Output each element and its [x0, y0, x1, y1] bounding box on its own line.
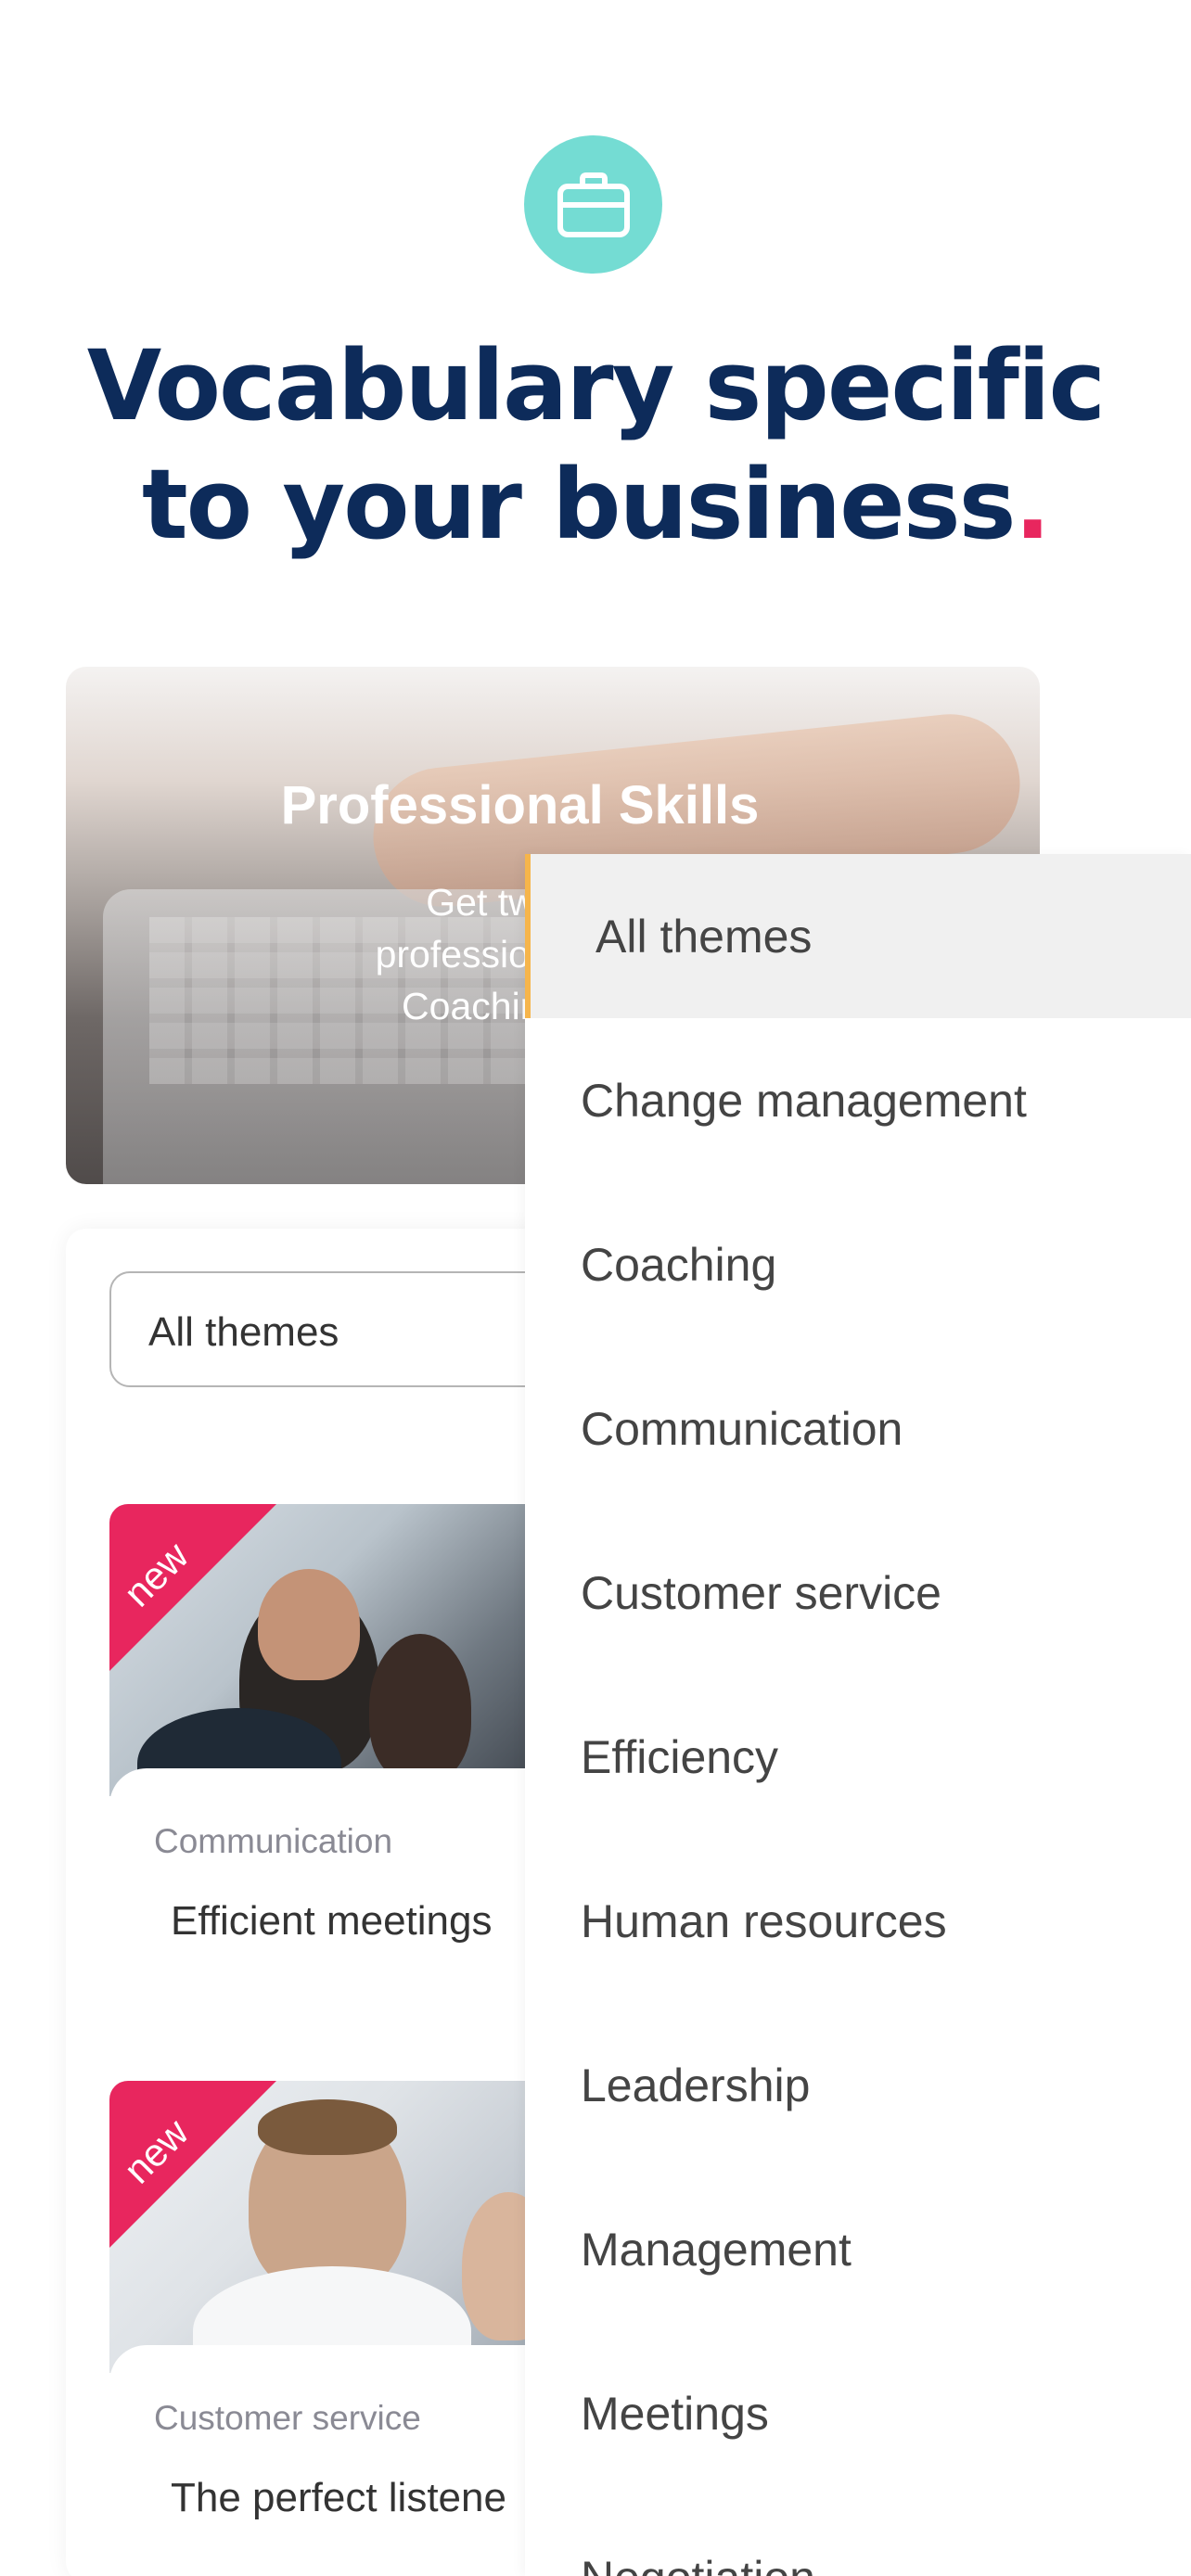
- card-body: Communication Efficient meetings: [109, 1768, 555, 2014]
- briefcase-icon: [557, 172, 630, 237]
- briefcase-badge: [524, 135, 662, 274]
- hero-title: Professional Skills: [280, 775, 760, 835]
- dropdown-option-management[interactable]: Management: [525, 2167, 1191, 2331]
- dropdown-option-communication[interactable]: Communication: [525, 1346, 1191, 1511]
- lesson-card[interactable]: new Customer service The perfect listene: [109, 2081, 555, 2576]
- dropdown-option-negotiation[interactable]: Negotiation: [525, 2495, 1191, 2576]
- card-category: Communication: [154, 1822, 393, 1860]
- card-body: Customer service The perfect listene: [109, 2345, 555, 2576]
- card-title: The perfect listene: [171, 2475, 506, 2520]
- theme-select-value: All themes: [148, 1309, 339, 1355]
- dropdown-option-change-management[interactable]: Change management: [525, 1018, 1191, 1182]
- card-category: Customer service: [154, 2399, 421, 2437]
- title-dot: .: [1014, 448, 1051, 561]
- dropdown-option-efficiency[interactable]: Efficiency: [525, 1675, 1191, 1839]
- lesson-card[interactable]: new Communication Efficient meetings: [109, 1504, 555, 2014]
- person-shape: [369, 1634, 471, 1782]
- page-title-line-2: to your business.: [0, 445, 1191, 564]
- dropdown-option-human-resources[interactable]: Human resources: [525, 1839, 1191, 2003]
- person-shape: [258, 2099, 397, 2155]
- theme-dropdown-menu: All themes Change management Coaching Co…: [525, 854, 1191, 2576]
- card-image: new: [109, 1504, 555, 1796]
- dropdown-option-leadership[interactable]: Leadership: [525, 2003, 1191, 2167]
- card-title: Efficient meetings: [171, 1898, 493, 1944]
- page-title-line-2-text: to your business: [141, 448, 1017, 561]
- dropdown-option-all-themes[interactable]: All themes: [525, 854, 1191, 1018]
- dropdown-option-customer-service[interactable]: Customer service: [525, 1511, 1191, 1675]
- dropdown-option-coaching[interactable]: Coaching: [525, 1182, 1191, 1346]
- page-title: Vocabulary specific to your business.: [0, 326, 1191, 564]
- page-title-line-1: Vocabulary specific: [86, 329, 1106, 442]
- dropdown-option-meetings[interactable]: Meetings: [525, 2331, 1191, 2495]
- card-image: new: [109, 2081, 555, 2373]
